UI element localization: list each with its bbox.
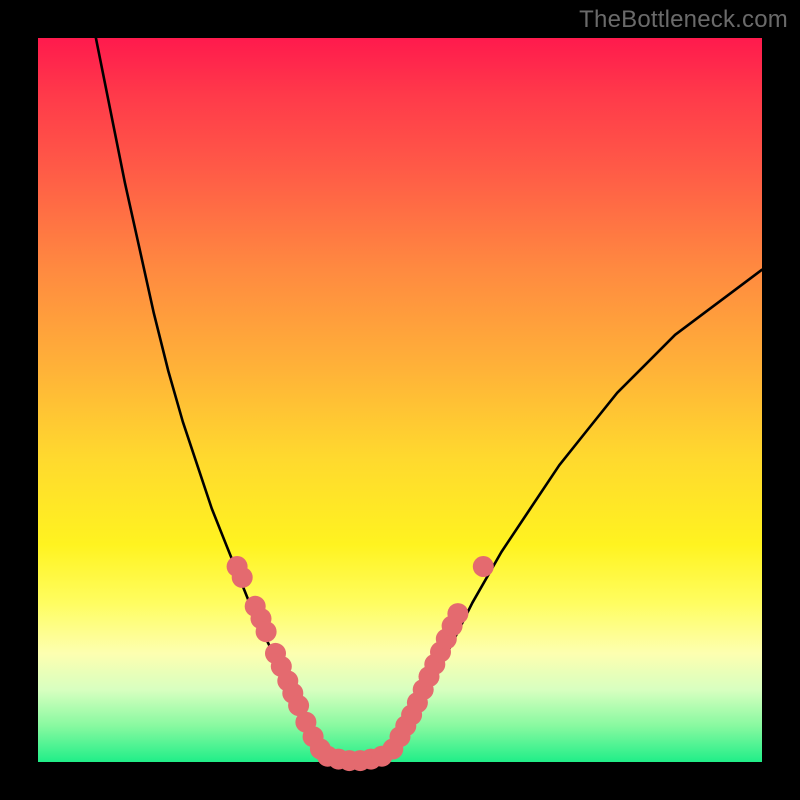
chart-plot-area [38,38,762,762]
curve-right-curve [389,270,762,755]
data-point [232,567,253,588]
data-point [447,603,468,624]
data-point [473,556,494,577]
chart-frame: TheBottleneck.com [0,0,800,800]
scatter-layer [227,556,494,771]
data-point [256,621,277,642]
watermark-text: TheBottleneck.com [579,6,788,34]
curve-left-curve [96,38,324,755]
chart-svg [38,38,762,762]
curve-layer [96,38,762,761]
